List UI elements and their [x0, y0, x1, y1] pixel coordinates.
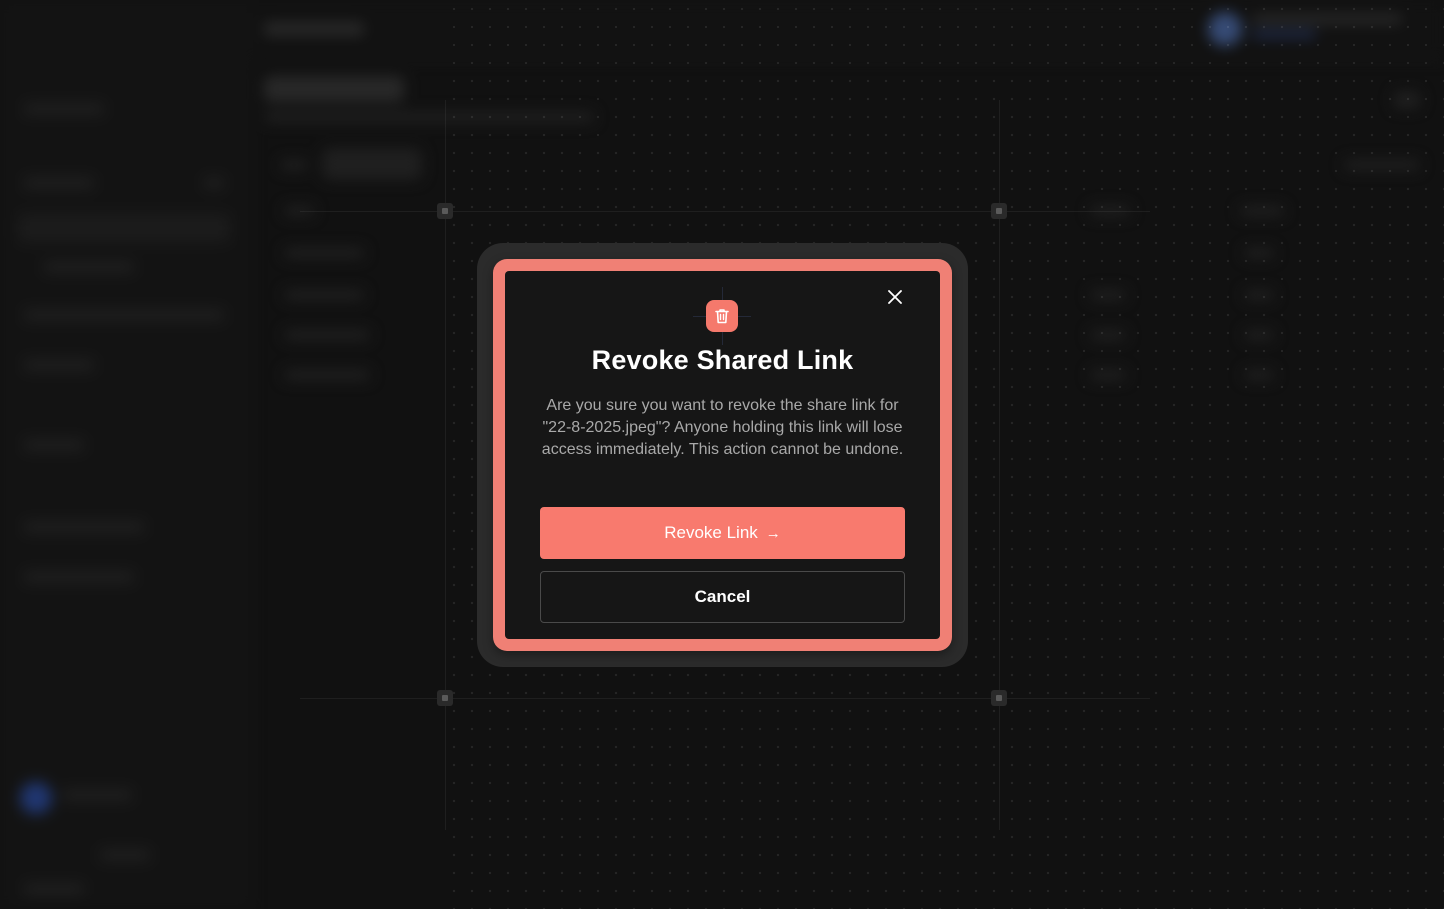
revoke-link-label: Revoke Link	[664, 523, 758, 542]
revoke-link-button[interactable]: Revoke Link →	[540, 507, 905, 559]
close-icon	[888, 290, 902, 304]
corner-marker-icon	[437, 690, 453, 706]
guide-line	[300, 698, 1150, 699]
guide-line	[300, 211, 1150, 212]
trash-icon	[715, 309, 729, 324]
dialog-title: Revoke Shared Link	[591, 345, 854, 375]
app-root: Revoke Shared Link Are you sure you want…	[0, 0, 1444, 909]
trash-icon-badge	[706, 300, 738, 332]
revoke-link-dialog: Revoke Shared Link Are you sure you want…	[505, 271, 940, 639]
corner-marker-icon	[991, 690, 1007, 706]
modal-frame: Revoke Shared Link Are you sure you want…	[493, 259, 952, 651]
cancel-label: Cancel	[694, 587, 751, 606]
arrow-right-icon: →	[765, 525, 781, 542]
corner-marker-icon	[437, 203, 453, 219]
close-button[interactable]	[884, 286, 906, 308]
modal-container: Revoke Shared Link Are you sure you want…	[477, 243, 968, 667]
cancel-button[interactable]: Cancel	[540, 571, 905, 623]
dialog-description: Are you sure you want to revoke the shar…	[541, 397, 904, 458]
corner-marker-icon	[991, 203, 1007, 219]
